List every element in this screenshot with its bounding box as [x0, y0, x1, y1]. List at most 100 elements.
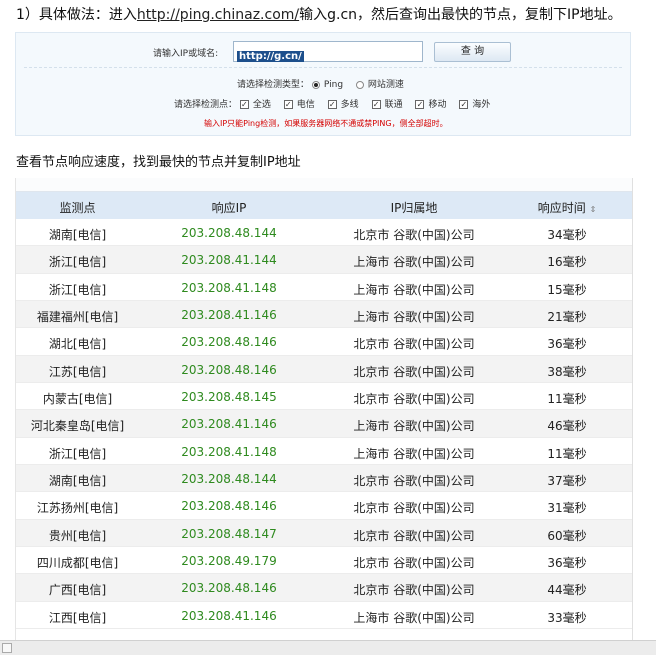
scroll-arrow-icon[interactable]: [2, 643, 12, 653]
cell-monitor-point: 江苏[电信]: [48, 364, 107, 379]
cell-monitor-point: 浙江[电信]: [48, 255, 107, 270]
header-response-time[interactable]: 响应时间 ⇕: [516, 199, 618, 216]
cell-ip-location: 北京市 谷歌(中国)公司: [353, 364, 475, 379]
cell-monitor-point: 湖南[电信]: [48, 228, 107, 242]
cell-response-ip: 203.208.41.148: [181, 444, 277, 459]
cell-response-time: 60毫秒: [547, 528, 587, 543]
table-row: 江苏[电信] 203.208.48.146 北京市 谷歌(中国)公司 38毫秒: [16, 355, 633, 384]
cell-monitor-point: 湖北[电信]: [48, 337, 107, 352]
cell-response-ip: 203.208.41.146: [181, 608, 277, 623]
cell-monitor-point: 内蒙古[电信]: [42, 392, 113, 407]
divider: [24, 67, 622, 68]
checkbox-checked-icon: ✓: [283, 100, 293, 109]
results-table: 监测点 响应IP IP归属地 响应时间 ⇕ 湖南[电信] 203.208.48.1…: [15, 178, 633, 640]
cell-ip-location: 北京市 谷歌(中国)公司: [353, 228, 475, 242]
step2-instruction: 查看节点响应速度，找到最快的节点并复制IP地址: [16, 155, 301, 170]
cell-response-ip: 203.208.41.148: [181, 280, 277, 295]
check-type-label: 请选择检测类型：: [237, 80, 310, 90]
cell-ip-location: 北京市 谷歌(中国)公司: [353, 556, 475, 571]
ip-domain-input[interactable]: http://g.cn/: [233, 41, 423, 62]
check-node-row: 请选择检测点： ✓ 全选 ✓ 电信 ✓ 多线 ✓ 联通 ✓ 移动 ✓ 海外: [174, 97, 500, 110]
input-label: 请输入IP或域名:: [153, 49, 219, 59]
cell-monitor-point: 贵州[电信]: [48, 528, 107, 543]
table-row: 内蒙古[电信] 203.208.48.145 北京市 谷歌(中国)公司 11毫秒: [16, 383, 633, 411]
cell-response-time: 15毫秒: [547, 282, 587, 297]
node-option-multiline[interactable]: ✓ 多线: [327, 97, 359, 110]
table-row: 广西[电信] 203.208.48.146 北京市 谷歌(中国)公司 44毫秒: [16, 574, 633, 602]
cell-response-time: 11毫秒: [547, 392, 587, 407]
cell-response-time: 37毫秒: [547, 474, 587, 489]
cell-ip-location: 北京市 谷歌(中国)公司: [353, 474, 475, 489]
cell-monitor-point: 江苏扬州[电信]: [36, 501, 119, 516]
checkbox-checked-icon: ✓: [415, 100, 425, 109]
node-option-mobile[interactable]: ✓ 移动: [415, 97, 446, 110]
ping-query-panel: 请输入IP或域名: http://g.cn/ 查 询 请选择检测类型： Ping…: [15, 32, 631, 136]
cell-response-ip: 203.208.41.146: [181, 308, 277, 323]
step1-instruction: 1）具体做法：进入http://ping.chinaz.com/输入g.cn，然…: [16, 4, 622, 24]
table-row: 浙江[电信] 203.208.41.148 上海市 谷歌(中国)公司 11毫秒: [16, 437, 633, 466]
cell-response-time: 21毫秒: [547, 310, 587, 325]
cell-response-ip: 203.208.41.146: [181, 417, 277, 432]
cell-response-time: 46毫秒: [547, 419, 587, 434]
checkbox-checked-icon: ✓: [371, 100, 381, 109]
cell-ip-location: 上海市 谷歌(中国)公司: [353, 446, 475, 461]
cell-response-ip: 203.208.48.144: [181, 472, 277, 487]
cell-response-ip: 203.208.48.146: [181, 581, 277, 596]
cell-response-ip: 203.208.48.146: [181, 335, 277, 350]
cell-response-time: 31毫秒: [547, 501, 587, 516]
table-header: 监测点 响应IP IP归属地 响应时间 ⇕: [16, 192, 633, 219]
table-row: 河北秦皇岛[电信] 203.208.41.146 上海市 谷歌(中国)公司 46毫秒: [16, 410, 633, 438]
cell-monitor-point: 广西[电信]: [48, 583, 107, 598]
cell-response-time: 36毫秒: [547, 556, 587, 571]
cell-monitor-point: 浙江[电信]: [48, 282, 107, 297]
cell-ip-location: 北京市 谷歌(中国)公司: [353, 501, 475, 516]
radio-checked-icon: [311, 80, 320, 89]
cell-response-ip: 203.208.48.146: [181, 499, 277, 514]
cell-monitor-point: 河北秦皇岛[电信]: [30, 419, 125, 434]
cell-response-time: 11毫秒: [547, 446, 587, 461]
table-row: 湖南[电信] 203.208.48.144 北京市 谷歌(中国)公司 34毫秒: [16, 219, 633, 247]
horizontal-scrollbar[interactable]: [0, 640, 656, 655]
checkbox-checked-icon: ✓: [327, 100, 337, 109]
type-option-speed[interactable]: 网站测速: [355, 77, 404, 90]
cell-response-time: 38毫秒: [547, 364, 587, 379]
check-type-row: 请选择检测类型： Ping 网站测速: [237, 77, 414, 90]
cell-ip-location: 上海市 谷歌(中国)公司: [353, 610, 475, 625]
warning-text: 输入IP只能Ping检测，如果服务器网络不通或禁PING，侧全部超时。: [204, 119, 448, 128]
check-node-label: 请选择检测点：: [174, 100, 238, 110]
cell-response-time: 16毫秒: [547, 255, 587, 270]
table-row: 浙江[电信] 203.208.41.148 上海市 谷歌(中国)公司 15毫秒: [16, 273, 633, 302]
cell-monitor-point: 江西[电信]: [48, 610, 107, 625]
checkbox-checked-icon: ✓: [239, 100, 249, 109]
cell-response-ip: 203.208.48.147: [181, 526, 277, 541]
step1-prefix: 1）具体做法：进入: [16, 7, 137, 23]
cell-response-ip: 203.208.48.144: [181, 226, 277, 240]
cell-response-ip: 203.208.48.145: [181, 390, 277, 405]
radio-empty-icon: [355, 80, 364, 89]
header-ip-location: IP归属地: [390, 201, 438, 215]
query-button[interactable]: 查 询: [434, 42, 511, 62]
table-row: 江苏扬州[电信] 203.208.48.146 北京市 谷歌(中国)公司 31毫秒: [16, 492, 633, 520]
table-body: 湖南[电信] 203.208.48.144 北京市 谷歌(中国)公司 34毫秒 浙江[电…: [16, 219, 633, 630]
cell-ip-location: 北京市 谷歌(中国)公司: [353, 392, 475, 407]
table-row: 湖北[电信] 203.208.48.146 北京市 谷歌(中国)公司 36毫秒: [16, 328, 633, 356]
checkbox-checked-icon: ✓: [459, 100, 469, 109]
table-row: 江西[电信] 203.208.41.146 上海市 谷歌(中国)公司 33毫秒: [16, 601, 633, 630]
ping-chinaz-link[interactable]: http://ping.chinaz.com/: [137, 7, 299, 23]
node-option-unicom[interactable]: ✓ 联通: [371, 97, 403, 110]
cell-monitor-point: 四川成都[电信]: [36, 556, 119, 571]
header-monitor-point: 监测点: [59, 201, 96, 215]
node-option-telecom[interactable]: ✓ 电信: [283, 97, 315, 110]
cell-ip-location: 上海市 谷歌(中国)公司: [353, 419, 475, 434]
cell-response-ip: 203.208.41.144: [181, 253, 277, 268]
cell-response-time: 36毫秒: [547, 337, 587, 352]
cell-response-time: 44毫秒: [547, 583, 587, 598]
node-option-overseas[interactable]: ✓ 海外: [459, 97, 490, 110]
input-value: http://g.cn/: [237, 51, 304, 62]
node-option-all[interactable]: ✓ 全选: [239, 97, 271, 110]
cell-response-time: 33毫秒: [547, 610, 587, 625]
table-top-strip: [16, 178, 633, 192]
table-row: 贵州[电信] 203.208.48.147 北京市 谷歌(中国)公司 60毫秒: [16, 519, 633, 548]
type-option-ping[interactable]: Ping: [311, 80, 343, 90]
table-row: 湖南[电信] 203.208.48.144 北京市 谷歌(中国)公司 37毫秒: [16, 465, 633, 493]
